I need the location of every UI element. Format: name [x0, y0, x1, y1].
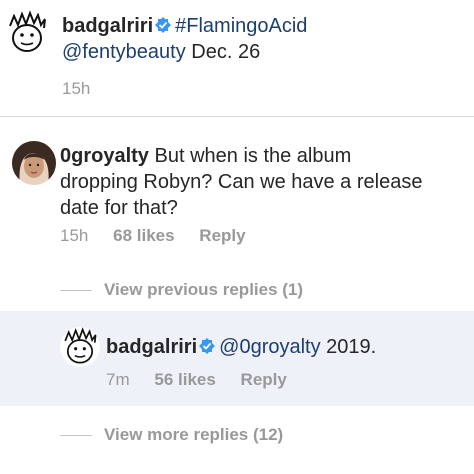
- comments-screen: badgalriri #FlamingoAcid @fentybeauty Dec…: [0, 0, 474, 474]
- divider-dash: [60, 290, 92, 292]
- comment-username[interactable]: 0groyalty: [60, 145, 149, 167]
- comment-time: 15h: [60, 226, 89, 245]
- reply-mention[interactable]: @0groyalty: [219, 336, 320, 358]
- comment-line-3: date for that?: [60, 195, 178, 221]
- view-previous-replies-button[interactable]: View previous replies (1): [60, 280, 303, 300]
- caption-date: Dec. 26: [191, 41, 261, 63]
- view-more-replies-label: View more replies (12): [104, 425, 284, 444]
- reply-avatar[interactable]: [60, 327, 100, 367]
- comment-likes[interactable]: 68 likes: [113, 226, 174, 246]
- caption-time: 15h: [62, 79, 91, 98]
- commenter-avatar[interactable]: [12, 141, 56, 185]
- caption-line-1: badgalriri #FlamingoAcid: [62, 13, 307, 40]
- caption-username[interactable]: badgalriri: [62, 15, 153, 37]
- caption-avatar[interactable]: [4, 10, 50, 56]
- verified-badge-icon: [155, 14, 172, 40]
- reply-likes[interactable]: 56 likes: [154, 370, 215, 390]
- comment-text-2: dropping Robyn? Can we have a release: [60, 171, 423, 193]
- reply-line: badgalriri @0groyalty 2019.: [106, 334, 376, 361]
- divider-dash: [60, 435, 92, 437]
- caption-divider: [0, 116, 474, 117]
- comment-line-2: dropping Robyn? Can we have a release: [60, 169, 422, 195]
- comment-line-1: 0groyalty But when is the album: [60, 143, 351, 169]
- view-more-replies-button[interactable]: View more replies (12): [60, 425, 283, 445]
- caption-hashtag[interactable]: #FlamingoAcid: [175, 15, 307, 37]
- comment-reply-button[interactable]: Reply: [199, 226, 245, 246]
- reply-reply-button[interactable]: Reply: [241, 370, 287, 390]
- comment-meta: 15h 68 likes Reply: [60, 226, 246, 246]
- reply-username[interactable]: badgalriri: [106, 336, 197, 358]
- reply-time: 7m: [106, 370, 130, 389]
- caption-meta: 15h: [62, 79, 90, 99]
- caption-line-2: @fentybeauty Dec. 26: [62, 39, 260, 65]
- reply-text: 2019.: [326, 336, 377, 358]
- verified-badge-icon: [199, 335, 216, 361]
- reply-meta: 7m 56 likes Reply: [106, 370, 287, 390]
- view-previous-replies-label: View previous replies (1): [104, 280, 304, 299]
- comment-text-1: But when is the album: [154, 145, 352, 167]
- caption-mention[interactable]: @fentybeauty: [62, 41, 186, 63]
- comment-text-3: date for that?: [60, 197, 178, 219]
